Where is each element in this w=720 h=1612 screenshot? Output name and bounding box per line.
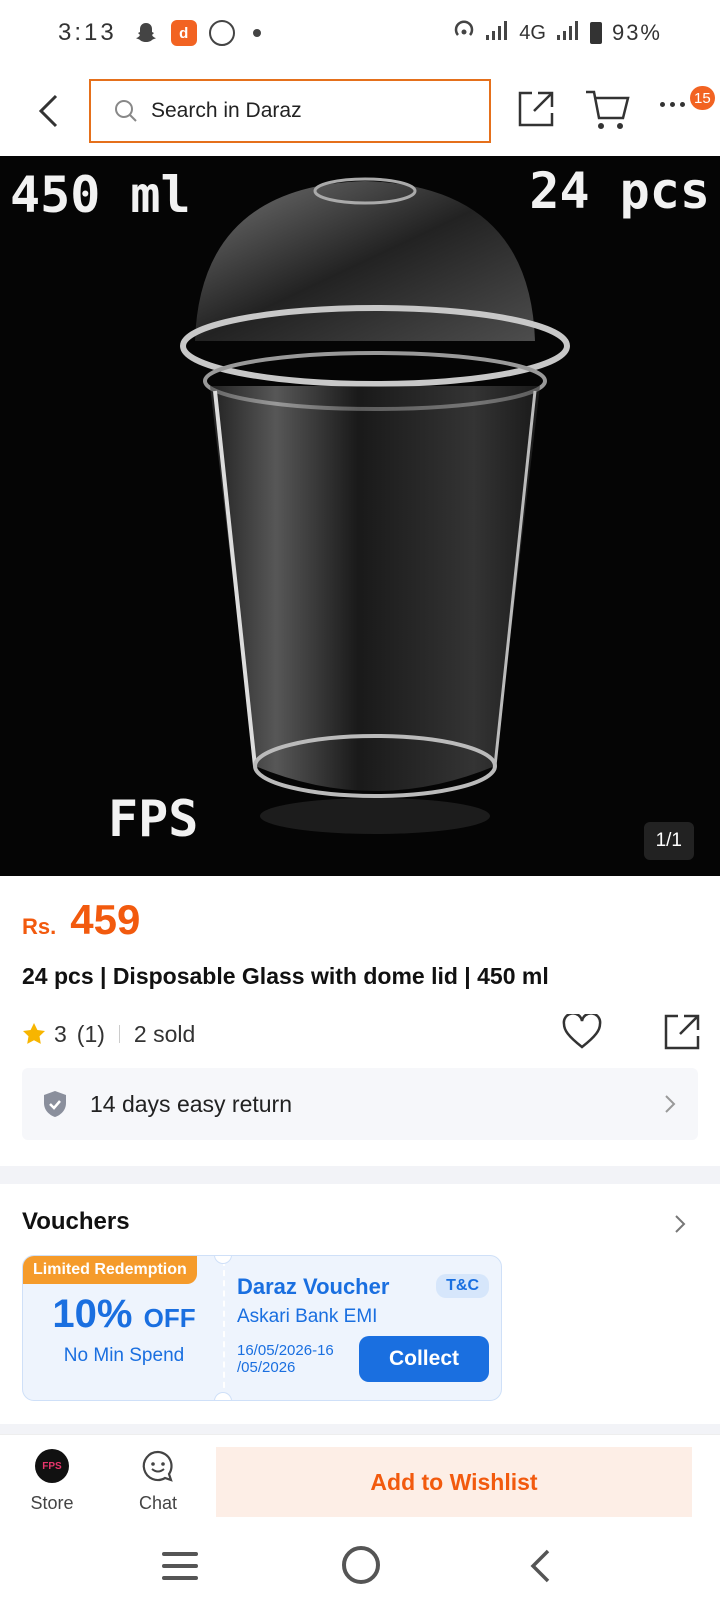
collect-button[interactable]: Collect — [359, 1336, 489, 1382]
store-button[interactable]: FPS Store — [12, 1449, 92, 1514]
chat-icon — [142, 1450, 173, 1482]
product-image[interactable]: 450 ml 24 pcs FPS 1/1 — [0, 156, 720, 876]
image-text-quantity: 24 pcs — [529, 162, 710, 220]
more-options-button[interactable] — [660, 94, 694, 114]
network-type: 4G — [519, 21, 546, 44]
cart-icon — [586, 90, 630, 129]
menu-line-icon — [162, 1576, 198, 1580]
signal-icon-2 — [556, 19, 580, 47]
voucher-bank: Askari Bank EMI — [237, 1306, 378, 1327]
status-time: 3:13 — [58, 19, 117, 46]
whatsapp-icon — [208, 20, 235, 46]
search-placeholder: Search in Daraz — [151, 99, 302, 122]
voucher-tc-button[interactable]: T&C — [436, 1274, 489, 1298]
search-icon — [115, 100, 137, 122]
voucher-discount-block: 10% OFF No Min Spend — [23, 1292, 225, 1367]
shield-icon — [44, 1091, 66, 1117]
cart-button[interactable] — [584, 88, 630, 132]
more-dot-icon — [680, 101, 685, 107]
battery-percent: 93% — [611, 20, 662, 45]
voucher-name: Daraz Voucher — [237, 1274, 390, 1299]
store-logo: FPS — [35, 1449, 69, 1483]
chat-button[interactable]: Chat — [118, 1449, 198, 1514]
recent-apps-button[interactable] — [162, 1552, 198, 1580]
more-dot-icon — [670, 101, 675, 107]
battery-icon — [589, 22, 602, 44]
status-bar: 3:13 d 4G 93% — [0, 0, 720, 66]
signal-icon — [485, 19, 509, 47]
menu-line-icon — [162, 1564, 198, 1568]
cup-illustration — [180, 177, 570, 834]
voucher-divider — [223, 1260, 225, 1398]
voucher-min-spend: No Min Spend — [63, 1345, 185, 1366]
chat-label: Chat — [138, 1493, 178, 1513]
price-value: 459 — [70, 896, 141, 943]
divider — [118, 1025, 120, 1043]
share-icon — [518, 91, 554, 127]
voucher-notch — [214, 1256, 232, 1264]
star-icon — [23, 1023, 45, 1044]
price-currency: Rs. — [22, 914, 57, 939]
rating-count[interactable]: (1) — [77, 1021, 105, 1048]
more-notifications-icon — [252, 29, 261, 37]
voucher-discount: 10% OFF — [23, 1292, 225, 1337]
return-policy-text: 14 days easy return — [90, 1090, 293, 1117]
search-input[interactable]: Search in Daraz — [89, 79, 491, 143]
chevron-left-icon — [38, 94, 58, 128]
system-back-button[interactable] — [528, 1548, 552, 1584]
chevron-right-icon — [665, 1095, 676, 1113]
price: Rs. 459 — [22, 896, 140, 944]
vouchers-title[interactable]: Vouchers — [22, 1208, 130, 1236]
chevron-right-icon[interactable] — [674, 1214, 686, 1234]
menu-line-icon — [162, 1552, 198, 1556]
notification-badge: 15 — [690, 86, 715, 110]
top-nav: Search in Daraz 15 — [0, 66, 720, 156]
image-counter: 1/1 — [643, 822, 694, 860]
home-button[interactable] — [342, 1546, 380, 1584]
more-dot-icon — [660, 101, 665, 107]
voucher-discount-suffix: OFF — [143, 1303, 196, 1333]
store-label: Store — [30, 1493, 74, 1513]
section-divider — [0, 1424, 720, 1434]
share-icon[interactable] — [662, 1012, 702, 1052]
heart-icon[interactable] — [562, 1014, 602, 1050]
system-navigation-bar — [0, 1520, 720, 1612]
image-text-volume: 450 ml — [10, 166, 191, 224]
hotspot-icon — [453, 19, 475, 47]
voucher-card[interactable]: Limited Redemption 10% OFF No Min Spend … — [22, 1255, 502, 1401]
app-notification-icon: d — [170, 20, 197, 46]
voucher-date-range: 16/05/2026-16 /05/2026 — [237, 1342, 334, 1376]
product-title: 24 pcs | Disposable Glass with dome lid … — [22, 963, 549, 989]
rating-value[interactable]: 3 — [54, 1021, 67, 1048]
bottom-action-bar: FPS Store Chat Add to Wishlist — [0, 1434, 720, 1520]
snapchat-icon — [133, 20, 159, 46]
section-divider — [0, 1166, 720, 1184]
sold-count: 2 sold — [133, 1020, 196, 1047]
return-policy-row[interactable]: 14 days easy return — [22, 1068, 698, 1140]
share-button[interactable] — [516, 89, 556, 129]
voucher-discount-value: 10% — [52, 1292, 133, 1336]
voucher-notch — [214, 1392, 232, 1400]
voucher-tag: Limited Redemption — [23, 1256, 197, 1284]
rating-row: 3 (1) 2 sold — [22, 1014, 702, 1052]
back-button[interactable] — [28, 88, 68, 134]
image-text-brand: FPS — [108, 790, 199, 848]
add-to-wishlist-button[interactable]: Add to Wishlist — [216, 1447, 692, 1517]
